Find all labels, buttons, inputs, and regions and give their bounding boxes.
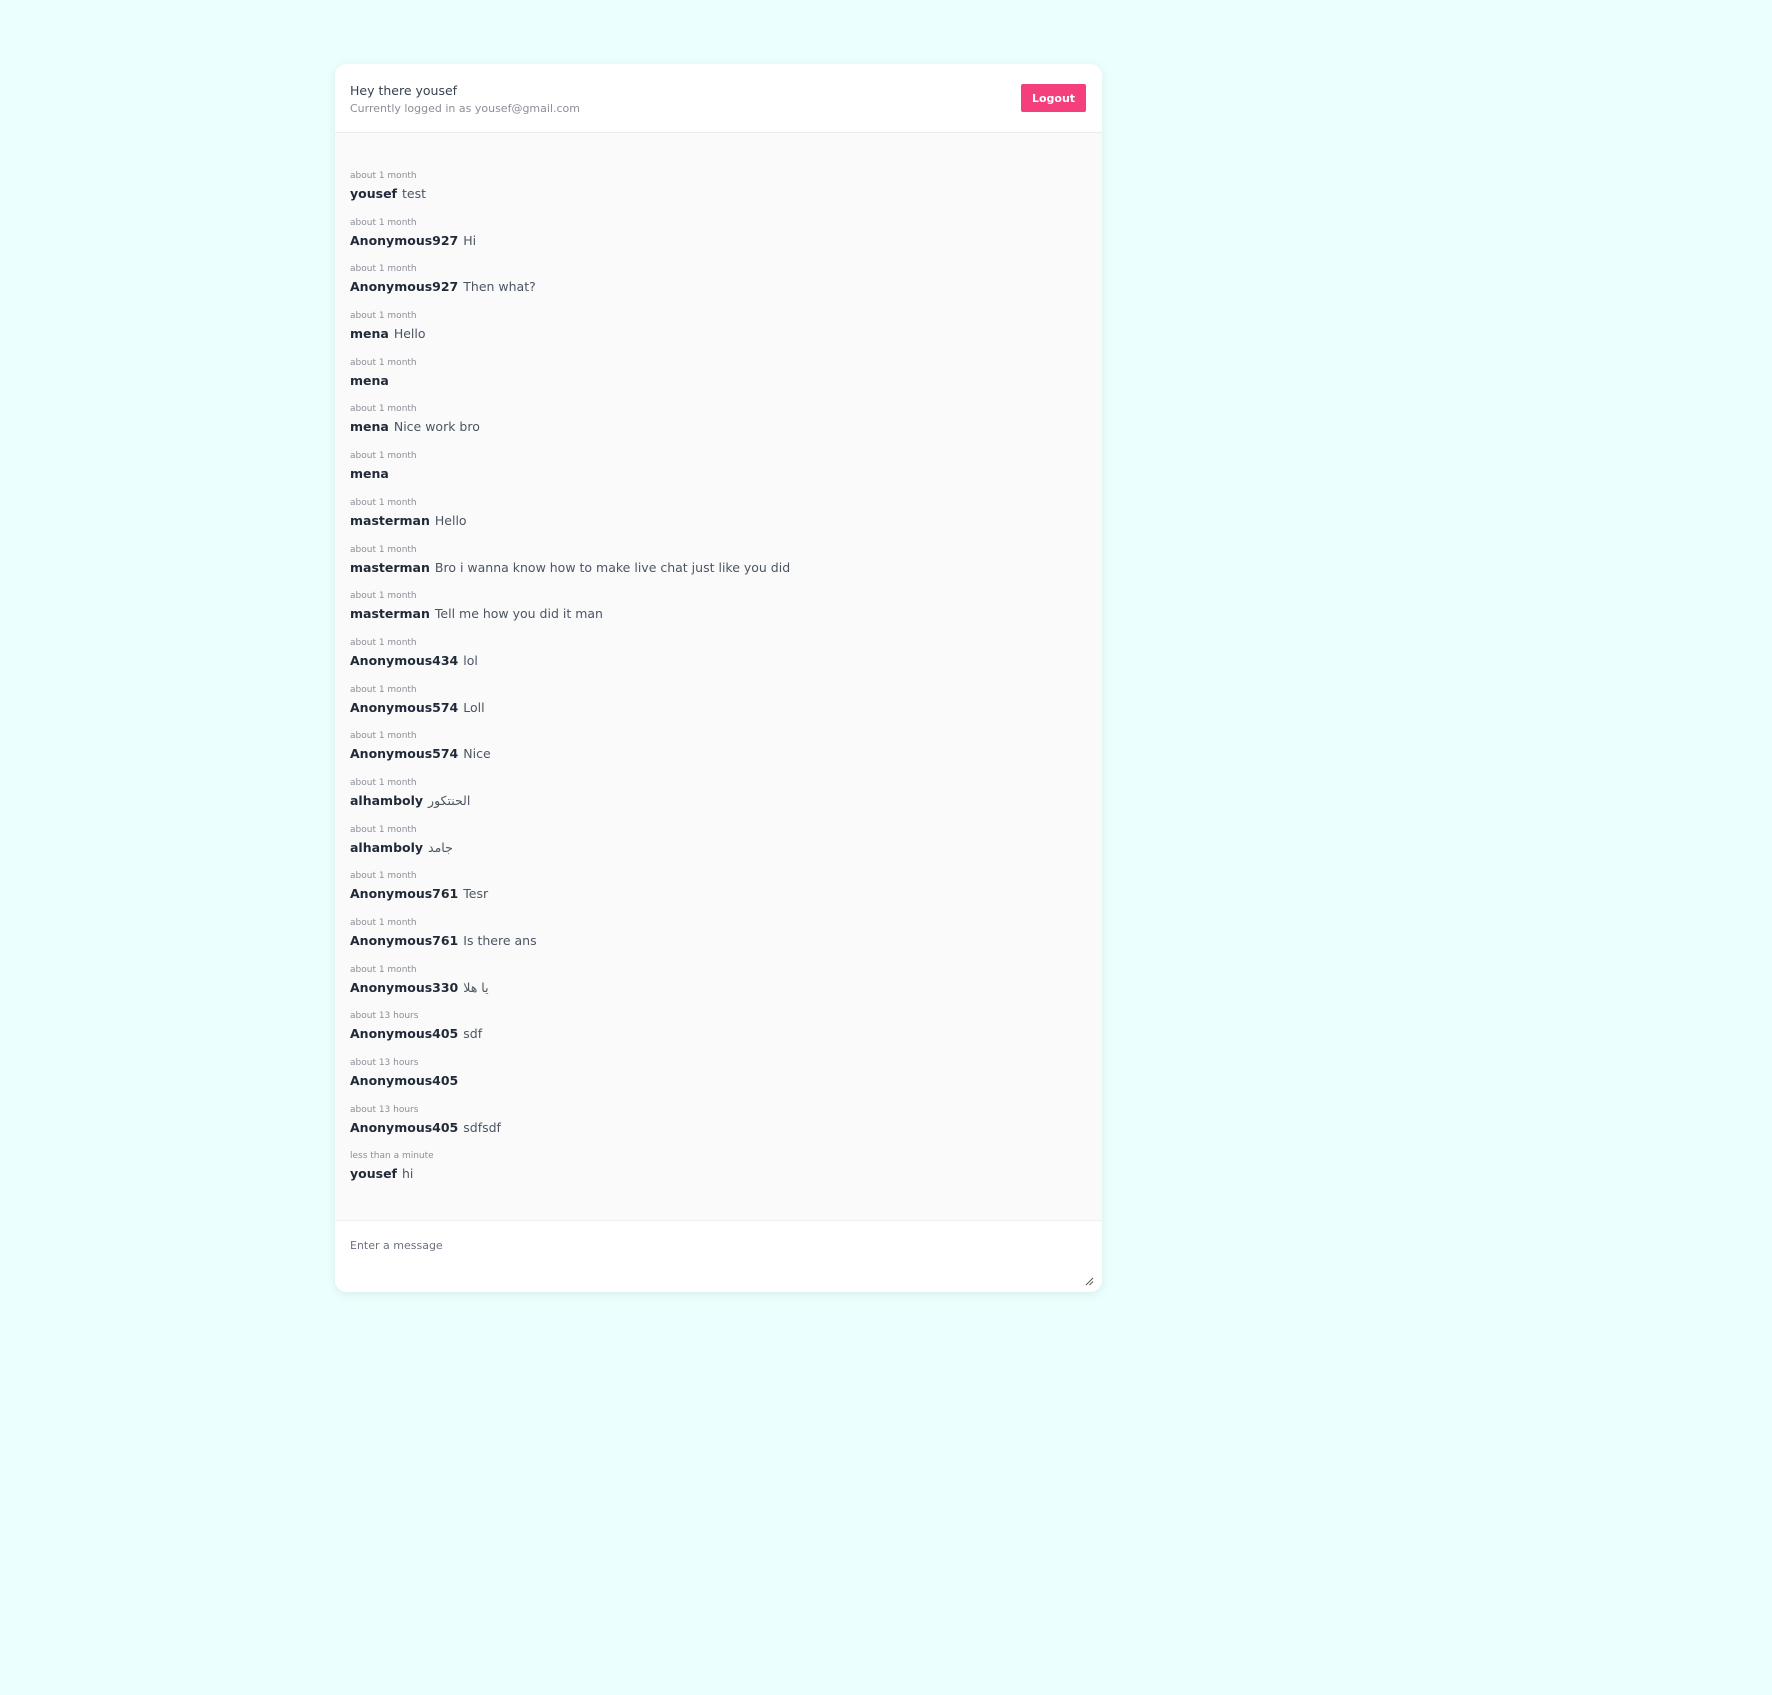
message-author: yousef — [350, 186, 397, 201]
message-item: about 1 month Anonymous434 lol — [335, 631, 1102, 678]
message-text: جامد — [428, 839, 453, 855]
message-time: about 1 month — [350, 544, 417, 555]
message-author: mena — [350, 372, 389, 388]
message-item: about 1 month Anonymous330 يا هلا — [335, 958, 1102, 1005]
message-item: about 1 month alhamboly الحنتكور — [335, 771, 1102, 818]
message-author: Anonymous574 — [350, 699, 459, 715]
message-list: about 1 month yousef test about 1 month A… — [335, 164, 1102, 1191]
message-text: sdfsdf — [463, 1119, 501, 1135]
message-text: test — [402, 186, 427, 201]
message-time: about 1 month — [350, 964, 417, 975]
logout-button[interactable]: Logout — [1021, 84, 1086, 112]
message-time: about 1 month — [350, 684, 417, 695]
message-item: about 13 hours Anonymous405 — [335, 1051, 1102, 1098]
message-author: Anonymous761 — [350, 933, 459, 948]
message-text: الحنتكور — [428, 792, 471, 808]
message-time: about 1 month — [350, 777, 417, 788]
message-author: Anonymous761 — [350, 886, 459, 902]
message-time: about 1 month — [350, 171, 417, 181]
message-time: about 1 month — [350, 264, 417, 275]
message-item: about 1 month mena — [335, 444, 1102, 491]
message-author: mena — [350, 419, 389, 435]
message-time: about 1 month — [350, 731, 417, 742]
message-text: hi — [402, 1166, 414, 1182]
message-item: about 1 month masterman Tell me how you d… — [335, 584, 1102, 631]
message-text: sdf — [463, 1026, 483, 1042]
message-text: Tell me how you did it man — [434, 606, 603, 622]
message-item: about 1 month masterman Bro i wanna know … — [335, 538, 1102, 585]
message-item: about 1 month mena Hello — [335, 304, 1102, 351]
message-input[interactable] — [335, 1221, 1102, 1292]
message-author: masterman — [350, 512, 430, 528]
message-author: alhamboly — [350, 792, 424, 808]
message-time: about 1 month — [350, 357, 417, 368]
message-text: Is there ans — [463, 933, 537, 948]
message-item: about 1 month Anonymous574 Loll — [335, 678, 1102, 725]
message-text: Loll — [463, 699, 485, 715]
message-item: about 1 month Anonymous927 Then what? — [335, 257, 1102, 304]
logged-in-status: Currently logged in as yousef@gmail.com — [350, 102, 580, 115]
message-author: mena — [350, 466, 389, 482]
message-author: masterman — [350, 606, 430, 622]
message-time: about 13 hours — [350, 1011, 419, 1022]
message-text: Bro i wanna know how to make live chat j… — [434, 559, 791, 575]
greeting-text: Hey there yousef — [350, 83, 458, 98]
message-author: mena — [350, 326, 389, 342]
message-author: Anonymous574 — [350, 746, 459, 762]
message-item: about 1 month alhamboly جامد — [335, 818, 1102, 865]
message-item: about 13 hours Anonymous405 sdf — [335, 1004, 1102, 1051]
chat-header: Hey there yousef Currently logged in as … — [335, 64, 1102, 133]
message-item: about 13 hours Anonymous405 sdfsdf — [335, 1098, 1102, 1145]
message-item: about 1 month yousef test — [335, 164, 1102, 211]
message-time: about 1 month — [350, 311, 417, 322]
message-text: Nice — [463, 746, 491, 762]
message-text: Hello — [434, 512, 467, 528]
message-composer — [335, 1220, 1102, 1292]
message-item: about 1 month mena Nice work bro — [335, 397, 1102, 444]
message-item: about 1 month Anonymous927 Hi — [335, 211, 1102, 258]
message-author: alhamboly — [350, 839, 424, 855]
message-author: Anonymous405 — [350, 1073, 459, 1089]
message-time: about 1 month — [350, 217, 417, 228]
message-author: Anonymous330 — [350, 979, 459, 995]
message-author: Anonymous405 — [350, 1026, 459, 1042]
message-author: Anonymous405 — [350, 1119, 459, 1135]
message-text: lol — [463, 652, 478, 668]
message-text: Hi — [463, 232, 477, 248]
message-time: about 1 month — [350, 497, 417, 508]
message-time: about 1 month — [350, 451, 417, 462]
message-author: Anonymous927 — [350, 232, 459, 248]
chat-card: Hey there yousef Currently logged in as … — [335, 64, 1102, 1292]
message-text: Tesr — [463, 886, 489, 902]
message-time: about 1 month — [350, 404, 417, 415]
message-item: about 1 month mena — [335, 351, 1102, 398]
message-time: less than a minute — [350, 1151, 434, 1162]
message-time: about 1 month — [350, 871, 417, 882]
message-text: يا هلا — [463, 979, 489, 995]
message-time: about 13 hours — [350, 1058, 419, 1069]
message-time: about 1 month — [350, 591, 417, 602]
message-item: about 1 month Anonymous574 Nice — [335, 724, 1102, 771]
message-item: about 1 month masterman Hello — [335, 491, 1102, 538]
message-time: about 1 month — [350, 918, 417, 928]
message-text: Then what? — [463, 279, 536, 295]
message-item: about 1 month Anonymous761 Is there ans — [335, 911, 1102, 958]
message-time: about 1 month — [350, 637, 417, 648]
message-text: Hello — [393, 326, 426, 342]
message-author: yousef — [350, 1166, 397, 1182]
message-author: Anonymous434 — [350, 652, 459, 668]
resize-handle-icon[interactable] — [1084, 1276, 1094, 1286]
message-time: about 13 hours — [350, 1104, 419, 1115]
message-author: Anonymous927 — [350, 279, 459, 295]
message-item: about 1 month Anonymous761 Tesr — [335, 864, 1102, 911]
message-author: masterman — [350, 559, 430, 575]
message-text: Nice work bro — [393, 419, 480, 435]
message-item: less than a minute yousef hi — [335, 1144, 1102, 1191]
message-time: about 1 month — [350, 824, 417, 835]
